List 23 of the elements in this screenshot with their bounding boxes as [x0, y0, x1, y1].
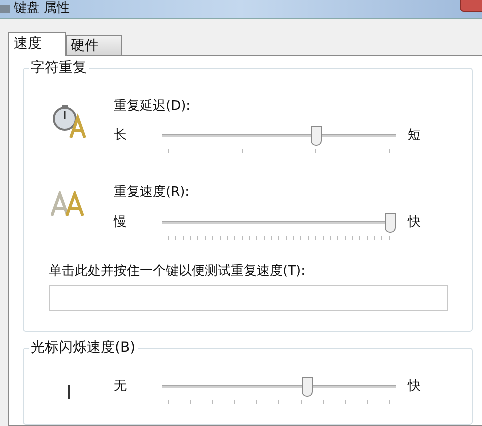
test-label: 单击此处并按住一个键以便测试重复速度(T): — [49, 262, 306, 280]
min-label: 长 — [114, 127, 128, 145]
slider-label: 重复速度(R): — [114, 184, 191, 202]
slider-thumb[interactable] — [310, 126, 322, 146]
slider[interactable] — [162, 125, 396, 147]
text-cursor-icon — [68, 385, 70, 399]
min-label: 慢 — [114, 214, 128, 232]
keyboard-icon — [0, 5, 10, 13]
slider-thumb[interactable] — [385, 212, 396, 232]
max-label: 快 — [408, 214, 421, 232]
input-field[interactable] — [49, 285, 448, 311]
letters-icon — [51, 191, 87, 217]
tab[interactable]: 速度 — [8, 32, 66, 56]
slider[interactable] — [162, 376, 396, 398]
tab[interactable]: 硬件 — [66, 34, 122, 54]
slider-label: 重复延迟(D): — [114, 98, 192, 116]
slider-thumb[interactable] — [302, 377, 314, 397]
max-label: 快 — [408, 378, 421, 396]
min-label: 无 — [114, 378, 128, 396]
slider[interactable] — [162, 212, 396, 234]
window-title: 键盘 属性 — [14, 1, 70, 17]
max-label: 短 — [408, 127, 421, 145]
stopwatch-letter-icon — [51, 104, 87, 138]
